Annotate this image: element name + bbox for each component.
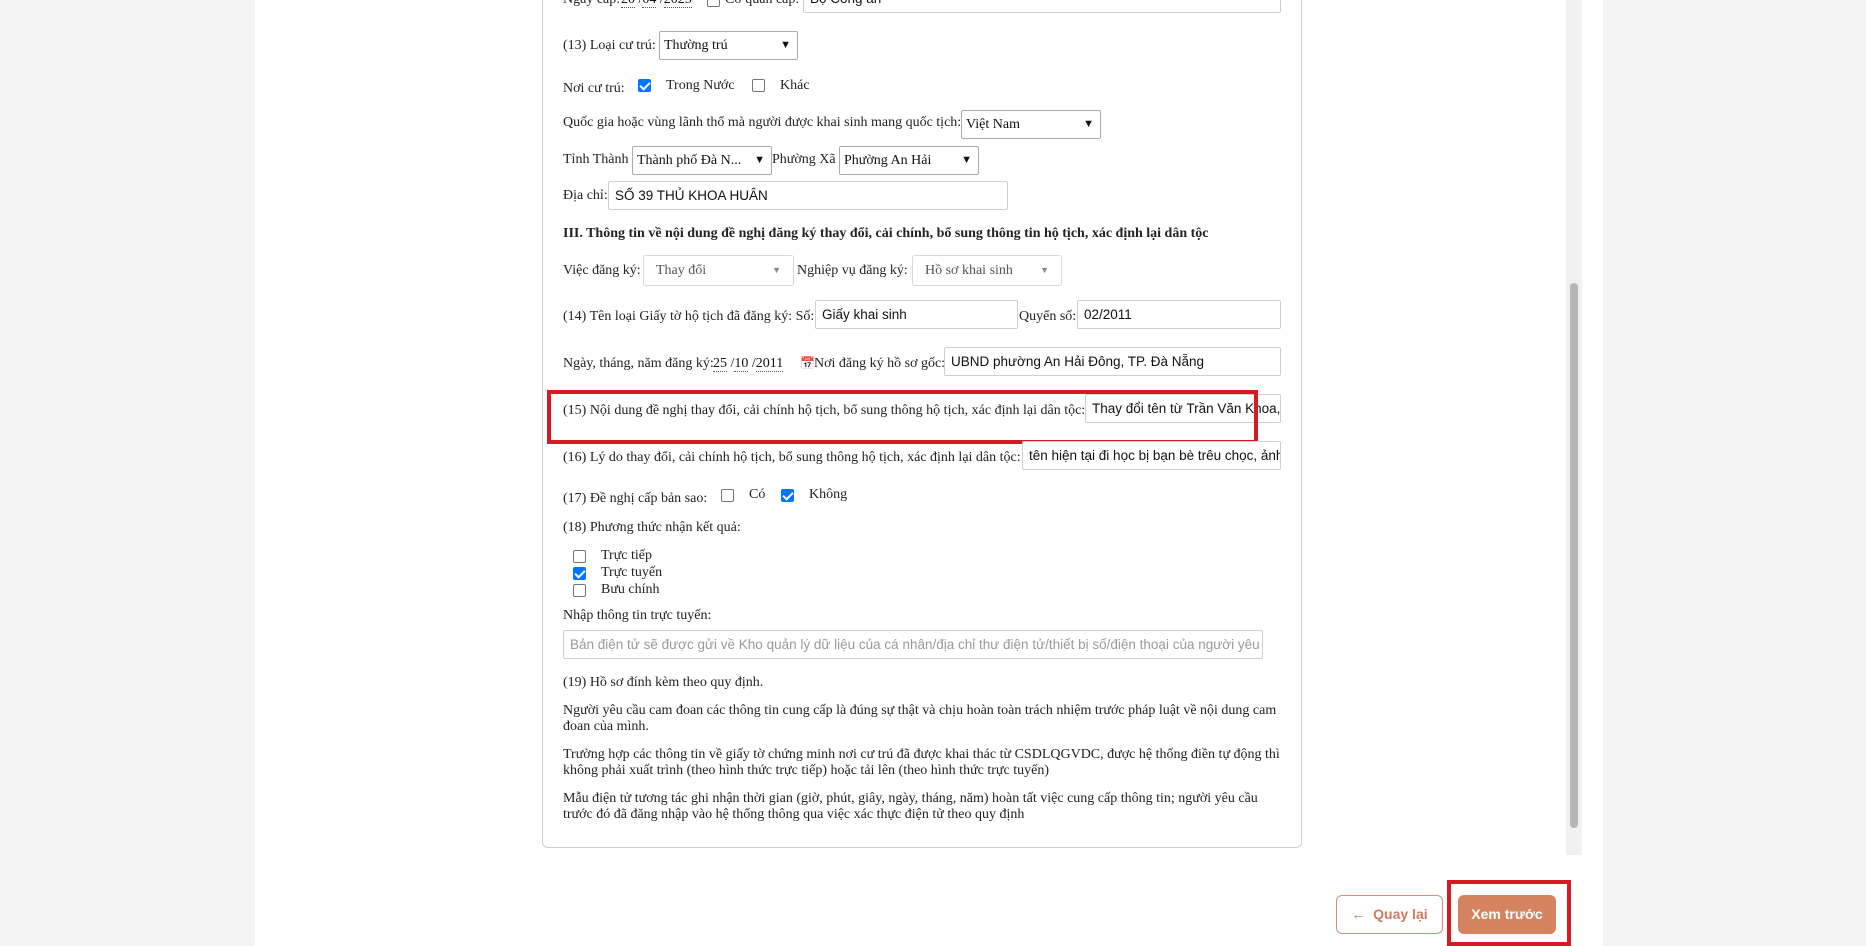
issue-date-input[interactable]: 20 /04 /2025 — [621, 0, 692, 9]
receive-online-label: Trực tuyến — [601, 565, 663, 580]
chevron-down-icon: ▼ — [754, 154, 765, 166]
document-label: (14) Tên loại Giấy tờ hộ tịch đã đăng ký… — [563, 309, 815, 324]
chevron-down-icon: ▼ — [1083, 118, 1094, 130]
service-value: Hồ sơ khai sinh — [925, 263, 1013, 278]
country-value: Việt Nam — [966, 117, 1020, 132]
back-button[interactable]: ← Quay lại — [1336, 895, 1443, 934]
issue-date-year: 2025 — [663, 0, 692, 8]
domestic-checkbox[interactable] — [638, 79, 651, 92]
country-label: Quốc gia hoặc vùng lãnh thổ mà người đượ… — [563, 115, 962, 130]
receive-direct-checkbox[interactable] — [573, 550, 586, 563]
ward-label: Phường Xã — [772, 152, 836, 167]
issue-date-month: 04 — [642, 0, 657, 8]
receive-direct-label: Trực tiếp — [601, 548, 653, 563]
regdate-label: Ngày, tháng, năm đăng ký: — [563, 356, 714, 371]
country-select[interactable]: Việt Nam ▼ — [961, 110, 1101, 139]
issue-date-label: Ngày cấp: — [563, 0, 620, 9]
copy-no-checkbox[interactable] — [781, 489, 794, 502]
registration-select[interactable]: Thay đổi ▼ — [643, 255, 794, 286]
residence-type-select[interactable]: Thường trú ▼ — [659, 31, 798, 60]
ward-select[interactable]: Phường An Hải ▼ — [839, 146, 979, 175]
residence-type-value: Thường trú — [664, 38, 728, 53]
regdate-day: 25 — [713, 356, 727, 372]
receive-post-label: Bưu chính — [601, 582, 660, 597]
copy-yes-checkbox[interactable] — [721, 489, 734, 502]
address-input[interactable]: SỐ 39 THỦ KHOA HUÂN — [608, 181, 1008, 210]
copy-no-label: Không — [809, 487, 848, 502]
document-input[interactable]: Giấy khai sinh — [815, 300, 1018, 329]
service-select[interactable]: Hồ sơ khai sinh ▼ — [912, 255, 1062, 286]
province-value: Thành phố Đà N... — [637, 153, 742, 168]
origin-label: Nơi đăng ký hồ sơ gốc: — [814, 356, 946, 371]
registration-value: Thay đổi — [656, 263, 707, 278]
attachment-label: (19) Hồ sơ đính kèm theo quy định. — [563, 675, 764, 690]
authority-label: Cơ quan cấp: — [725, 0, 799, 9]
arrow-left-icon: ← — [1351, 906, 1374, 922]
chevron-down-icon: ▼ — [780, 39, 791, 51]
residence-place-label: Nơi cư trú: — [563, 81, 625, 96]
receive-label: (18) Phương thức nhận kết quả: — [563, 520, 741, 535]
book-label: Quyển số: — [1019, 309, 1077, 324]
regdate-year: 2011 — [755, 356, 784, 372]
authority-input[interactable]: Bộ Công an — [803, 0, 1281, 13]
online-input[interactable]: Bản điện tử sẽ được gửi về Kho quản lý d… — [563, 630, 1263, 659]
caret-down-icon: ▼ — [1040, 265, 1049, 275]
other-label: Khác — [780, 78, 810, 93]
reason-input[interactable]: tên hiện tại đi học bị bạn bè trêu chọc,… — [1022, 441, 1281, 470]
regdate-month: 10 — [734, 356, 749, 372]
province-label: Tỉnh Thành — [563, 152, 629, 167]
highlight-box-content — [547, 390, 1258, 444]
domestic-label: Trong Nước — [666, 78, 735, 93]
back-button-label: Quay lại — [1373, 906, 1428, 922]
section-3-title: III. Thông tin về nội dung đề nghị đăng … — [563, 226, 1209, 241]
chevron-down-icon: ▼ — [961, 154, 972, 166]
calendar-icon[interactable] — [707, 0, 720, 7]
residence-type-label: (13) Loại cư trú: — [563, 38, 656, 53]
e-form-note: Mẫu điện tử tương tác ghi nhận thời gian… — [563, 791, 1258, 822]
receive-post-checkbox[interactable] — [573, 584, 586, 597]
book-input[interactable]: 02/2011 — [1077, 300, 1281, 329]
residence-proof-note: Trường hợp các thông tin về giấy tờ chứn… — [563, 747, 1280, 778]
service-label: Nghiệp vụ đăng ký: — [797, 263, 908, 278]
caret-down-icon: ▼ — [772, 265, 781, 275]
copy-label: (17) Đề nghị cấp bản sao: — [563, 491, 708, 506]
other-checkbox[interactable] — [752, 79, 765, 92]
calendar-icon[interactable]: 📅 — [800, 354, 815, 372]
scrollbar-thumb[interactable] — [1570, 283, 1578, 828]
issue-date-day: 20 — [621, 0, 635, 8]
reason-label: (16) Lý do thay đổi, cải chính hộ tịch, … — [563, 450, 1021, 465]
copy-yes-label: Có — [749, 487, 766, 502]
receive-online-checkbox[interactable] — [573, 567, 586, 580]
commitment-note: Người yêu cầu cam đoan các thông tin cun… — [563, 703, 1277, 734]
online-label: Nhập thông tin trực tuyến: — [563, 608, 712, 623]
ward-value: Phường An Hải — [844, 153, 932, 168]
origin-input[interactable]: UBND phường An Hải Đông, TP. Đà Nẵng — [944, 347, 1281, 376]
highlight-box-preview — [1447, 880, 1571, 946]
regdate-input[interactable]: 25 /10 /2011 — [713, 355, 784, 373]
province-select[interactable]: Thành phố Đà N... ▼ — [632, 146, 772, 175]
address-label: Địa chỉ: — [563, 188, 608, 203]
registration-label: Việc đăng ký: — [563, 263, 641, 278]
